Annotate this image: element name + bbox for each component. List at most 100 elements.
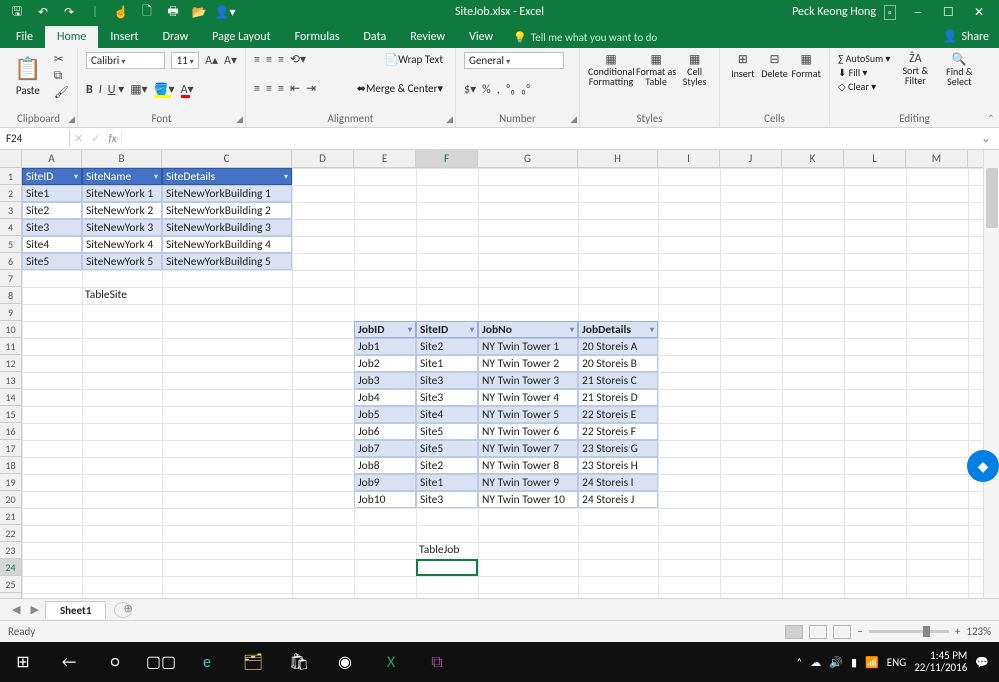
zoom-slider[interactable] [869,630,949,633]
row-header-4[interactable]: 4 [0,219,21,236]
conditional-formatting-button[interactable]: ▦Conditional Formatting [588,52,634,87]
cell-F23[interactable]: TableJob [416,542,478,559]
cell-E14[interactable]: Job4 [354,389,416,406]
copy-icon[interactable]: ⧉ [54,69,69,83]
align-middle-icon[interactable]: ≡ [266,53,272,67]
format-as-table-button[interactable]: ▦Format as Table [636,52,676,87]
undo-icon[interactable]: ↶ [32,1,54,23]
fill-color-button[interactable]: 🪣▾ [154,82,175,97]
cell-H15[interactable]: 22 Storeis E [578,406,658,423]
cell-E12[interactable]: Job2 [354,355,416,372]
format-cells-button[interactable]: ▦Format [791,52,821,80]
cell-F24[interactable] [416,559,478,576]
cell-G17[interactable]: NY Twin Tower 7 [478,440,578,457]
tab-insert[interactable]: Insert [98,26,150,48]
cell-B6[interactable]: SiteNewYork 5 [82,253,162,270]
zoom-level[interactable]: 123% [966,625,991,638]
row-header-20[interactable]: 20 [0,491,21,508]
cell-E20[interactable]: Job10 [354,491,416,508]
cell-G15[interactable]: NY Twin Tower 5 [478,406,578,423]
delete-cells-button[interactable]: ⊟Delete [760,52,790,80]
cell-G16[interactable]: NY Twin Tower 6 [478,423,578,440]
cell-B1[interactable]: SiteName [82,168,162,185]
format-painter-icon[interactable]: 🖌 [54,85,69,100]
tab-formulas[interactable]: Formulas [283,26,352,48]
font-size-select[interactable]: 11 [171,52,199,69]
cell-E10[interactable]: JobID [354,321,416,338]
chrome-icon[interactable]: ◉ [322,642,368,682]
close-button[interactable]: ✕ [965,5,993,20]
page-break-view-icon[interactable] [833,625,851,639]
cell-E18[interactable]: Job8 [354,457,416,474]
tab-page-layout[interactable]: Page Layout [200,26,282,48]
row-header-7[interactable]: 7 [0,270,21,287]
cell-F17[interactable]: Site5 [416,440,478,457]
cell-E15[interactable]: Job5 [354,406,416,423]
cell-B2[interactable]: SiteNewYork 1 [82,185,162,202]
cell-A1[interactable]: SiteID [22,168,82,185]
font-family-select[interactable]: Calibri [86,52,165,69]
increase-indent-icon[interactable]: ⇥ [306,81,316,96]
cell-C4[interactable]: SiteNewYorkBuilding 3 [162,219,292,236]
col-header-E[interactable]: E [354,150,416,167]
file-explorer-icon[interactable]: 🗂 [230,642,276,682]
page-layout-view-icon[interactable] [809,625,827,639]
cell-A6[interactable]: Site5 [22,253,82,270]
col-header-M[interactable]: M [906,150,968,167]
cell-H14[interactable]: 21 Storeis D [578,389,658,406]
paste-button[interactable]: 📋 Paste [8,55,48,97]
touch-mode-icon[interactable]: ☝ [110,1,132,23]
row-header-2[interactable]: 2 [0,185,21,202]
cell-H13[interactable]: 21 Storeis C [578,372,658,389]
cell-F18[interactable]: Site2 [416,457,478,474]
cut-icon[interactable]: ✂ [54,52,69,67]
tab-data[interactable]: Data [352,26,399,48]
row-header-9[interactable]: 9 [0,304,21,321]
cell-F14[interactable]: Site3 [416,389,478,406]
cell-E16[interactable]: Job6 [354,423,416,440]
cell-A3[interactable]: Site2 [22,202,82,219]
quick-print-icon[interactable]: 🖶 [162,1,184,23]
sheet-nav-prev-icon[interactable]: ◀ [8,603,24,616]
cell-A2[interactable]: Site1 [22,185,82,202]
cell-E11[interactable]: Job1 [354,338,416,355]
cell-F19[interactable]: Site1 [416,474,478,491]
wrap-text-button[interactable]: 📄 Wrap Text [381,52,447,67]
cell-H20[interactable]: 24 Storeis J [578,491,658,508]
row-header-22[interactable]: 22 [0,525,21,542]
col-header-K[interactable]: K [782,150,844,167]
col-header-C[interactable]: C [162,150,292,167]
row-header-10[interactable]: 10 [0,321,21,338]
col-header-A[interactable]: A [22,150,82,167]
cell-F12[interactable]: Site1 [416,355,478,372]
comma-format-icon[interactable]: , [497,83,500,97]
row-header-23[interactable]: 23 [0,542,21,559]
tray-language[interactable]: ENG [887,656,906,669]
cell-F10[interactable]: SiteID [416,321,478,338]
row-header-5[interactable]: 5 [0,236,21,253]
enter-formula-icon[interactable]: ✓ [87,132,104,145]
normal-view-icon[interactable] [785,625,803,639]
tray-wifi-icon[interactable]: 📶 [865,656,879,669]
minimize-button[interactable]: ─ [904,6,932,20]
merge-center-button[interactable]: ⬌ Merge & Center ▾ [353,81,447,96]
edge-icon[interactable]: e [184,642,230,682]
tray-volume-icon[interactable]: 🔊 [829,656,843,669]
cortana-icon[interactable]: ○ [92,642,138,682]
zoom-in-icon[interactable]: + [955,625,960,638]
tab-draw[interactable]: Draw [151,26,201,48]
tab-home[interactable]: Home [45,26,98,48]
find-select-button[interactable]: 🔍Find & Select [940,52,978,93]
col-header-B[interactable]: B [82,150,162,167]
cell-C5[interactable]: SiteNewYorkBuilding 4 [162,236,292,253]
row-header-3[interactable]: 3 [0,202,21,219]
cell-F20[interactable]: Site3 [416,491,478,508]
tray-battery-icon[interactable]: ▮ [851,656,857,669]
number-format-select[interactable]: General [464,52,564,69]
select-all-corner[interactable] [0,150,22,167]
decrease-indent-icon[interactable]: ⇤ [290,81,300,96]
row-header-16[interactable]: 16 [0,423,21,440]
increase-decimal-icon[interactable]: ⁰₀ [506,83,515,97]
row-header-11[interactable]: 11 [0,338,21,355]
row-header-12[interactable]: 12 [0,355,21,372]
